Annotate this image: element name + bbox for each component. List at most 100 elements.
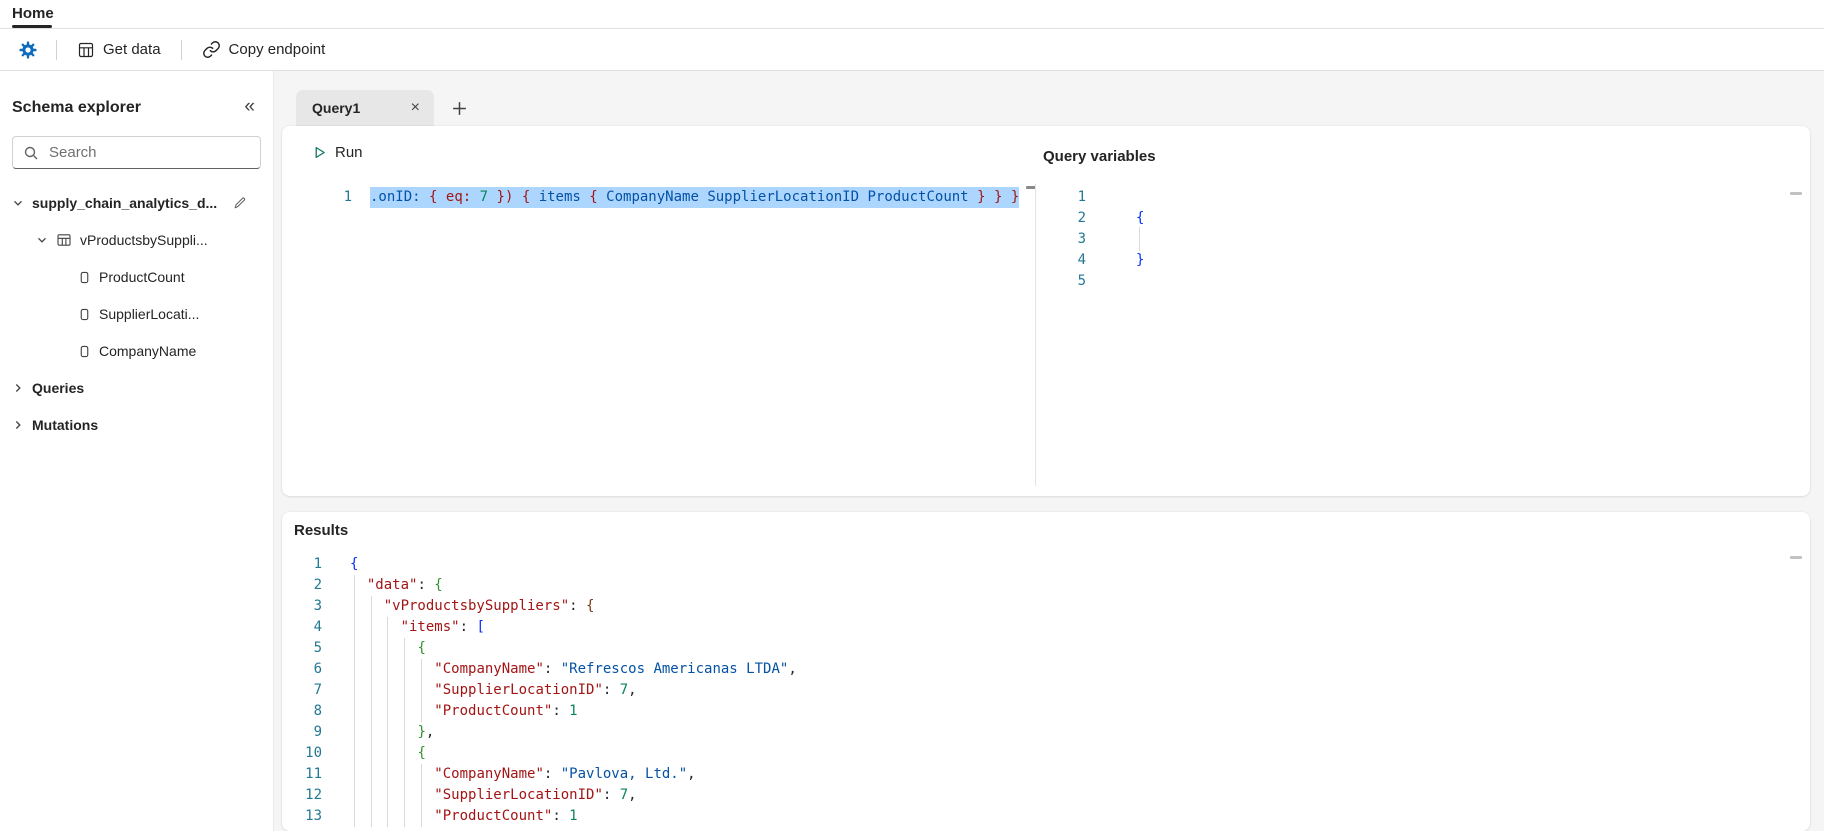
code-text: "SupplierLocationID": 7,	[434, 682, 637, 698]
code-text: "CompanyName": "Refrescos Americanas LTD…	[434, 661, 797, 677]
toolbar: Get data Copy endpoint	[0, 29, 1824, 71]
tree-item-field[interactable]: ProductCount	[12, 261, 261, 293]
tree-item-queries[interactable]: Queries	[12, 372, 261, 404]
code-text: "ProductCount": 1	[434, 703, 578, 719]
code-line[interactable]: 5	[1062, 271, 1762, 292]
line-number: 4	[1077, 252, 1086, 268]
code-line[interactable]: 1{	[282, 554, 1784, 575]
code-text: {	[350, 556, 359, 572]
chevron-right-icon[interactable]	[12, 382, 24, 394]
code-text: },	[417, 724, 435, 740]
line-number: 11	[305, 766, 322, 782]
code-line[interactable]: 7 "SupplierLocationID": 7,	[282, 680, 1784, 701]
tree-item-table[interactable]: vProductsbySuppli...	[12, 224, 261, 256]
code-text: "ProductCount": 1	[434, 808, 578, 824]
play-icon	[312, 145, 327, 160]
tree-item-label: CompanyName	[99, 343, 197, 359]
chevron-down-icon[interactable]	[36, 234, 48, 246]
plus-icon	[451, 100, 468, 117]
close-tab-icon[interactable]: ×	[407, 100, 424, 116]
query-variables-title: Query variables	[1043, 148, 1156, 165]
code-line[interactable]: 4 "items": [	[282, 617, 1784, 638]
code-line[interactable]: 11 "CompanyName": "Pavlova, Ltd.",	[282, 764, 1784, 785]
add-tab-button[interactable]	[446, 95, 472, 121]
code-line[interactable]: 6 "CompanyName": "Refrescos Americanas L…	[282, 659, 1784, 680]
gear-icon	[18, 40, 38, 60]
query-variables-editor[interactable]: 1 2{ 3 4} 5	[1062, 187, 1762, 292]
code-text: }	[1136, 252, 1145, 268]
copy-endpoint-button[interactable]: Copy endpoint	[192, 34, 336, 66]
code-text: "CompanyName": "Pavlova, Ltd.",	[434, 766, 696, 782]
ribbon-tab-strip: Home	[0, 0, 1824, 29]
tree-item-field[interactable]: CompanyName	[12, 335, 261, 367]
line-number: 10	[305, 745, 322, 761]
line-number: 6	[313, 661, 322, 677]
edit-icon[interactable]	[233, 196, 247, 210]
code-line[interactable]: 3 "vProductsbySuppliers": {	[282, 596, 1784, 617]
settings-button[interactable]	[10, 34, 46, 66]
query-editor[interactable]: 1 .onID: { eq: 7 }) { items { CompanyName…	[304, 187, 1026, 208]
line-number: 3	[1077, 231, 1086, 247]
code-line[interactable]: 8 "ProductCount": 1	[282, 701, 1784, 722]
line-number: 1	[313, 556, 322, 572]
copy-endpoint-label: Copy endpoint	[228, 41, 326, 58]
code-line[interactable]: 4}	[1062, 250, 1762, 271]
code-text: "SupplierLocationID": 7,	[434, 787, 637, 803]
code-line[interactable]: 3	[1062, 229, 1762, 250]
code-line[interactable]: 13 "ProductCount": 1	[282, 806, 1784, 827]
code-line[interactable]: 9 },	[282, 722, 1784, 743]
code-line[interactable]: 1 .onID: { eq: 7 }) { items { CompanyName…	[304, 187, 1026, 208]
indent-guide	[421, 764, 422, 827]
code-text: "data": {	[366, 577, 443, 593]
code-line[interactable]: 5 {	[282, 638, 1784, 659]
schema-explorer-panel: Schema explorer « supply_chain_analytics…	[0, 71, 274, 831]
indent-guide	[404, 638, 405, 827]
run-button[interactable]: Run	[304, 140, 371, 165]
line-number: 4	[313, 619, 322, 635]
tab-query1[interactable]: Query1 ×	[296, 90, 434, 126]
query-panel: Run 1 .onID: { eq: 7 }) { items { Company…	[282, 126, 1810, 496]
panel-divider	[1035, 184, 1036, 486]
chevron-right-icon[interactable]	[12, 419, 24, 431]
line-number: 12	[305, 787, 322, 803]
collapse-panel-icon[interactable]: «	[244, 97, 261, 118]
code-line[interactable]: 2{	[1062, 208, 1762, 229]
code-text: .onID: { eq: 7 }) { items { CompanyName …	[370, 187, 1020, 208]
tab-home[interactable]: Home	[12, 5, 54, 28]
tree-item-label: SupplierLocati...	[99, 306, 200, 322]
tree-item-label: vProductsbySuppli...	[80, 232, 208, 248]
toolbar-separator	[180, 39, 182, 60]
overview-ruler-mark	[1790, 192, 1802, 195]
indent-guide	[387, 617, 388, 827]
toolbar-separator	[56, 39, 57, 60]
tree-item-field[interactable]: SupplierLocati...	[12, 298, 261, 330]
code-line[interactable]: 1	[1062, 187, 1762, 208]
main-area: Query1 × Run 1 .onID: { eq: 7 }) { items …	[274, 71, 1824, 831]
active-tab-indicator	[12, 25, 52, 28]
search-input[interactable]	[47, 143, 260, 162]
schema-explorer-title: Schema explorer	[12, 98, 141, 116]
code-line[interactable]: 2 "data": {	[282, 575, 1784, 596]
get-data-button[interactable]: Get data	[67, 34, 171, 66]
indent-guide	[1139, 227, 1140, 251]
code-line[interactable]: 10 {	[282, 743, 1784, 764]
results-editor[interactable]: 1{2 "data": {3 "vProductsbySuppliers": {…	[282, 554, 1784, 827]
home-tab-label: Home	[12, 5, 54, 22]
chevron-down-icon[interactable]	[12, 197, 24, 209]
results-title: Results	[294, 522, 349, 539]
code-text: {	[1136, 210, 1145, 226]
line-number: 5	[1077, 273, 1086, 289]
code-line[interactable]: 12 "SupplierLocationID": 7,	[282, 785, 1784, 806]
indent-guide	[371, 596, 372, 827]
indent-guide	[354, 575, 355, 827]
tree-item-database[interactable]: supply_chain_analytics_d...	[12, 187, 261, 219]
search-box	[12, 136, 261, 169]
app-window: Home Get data Copy endpoint Schema explo…	[0, 0, 1824, 831]
overview-ruler-mark	[1790, 556, 1802, 559]
tree-item-mutations[interactable]: Mutations	[12, 409, 261, 441]
line-number: 2	[313, 577, 322, 593]
line-number: 9	[313, 724, 322, 740]
get-data-icon	[77, 41, 95, 59]
results-panel: Results 1{2 "data": {3 "vProductsbySuppl…	[282, 512, 1810, 831]
query-tab-label: Query1	[312, 100, 361, 116]
